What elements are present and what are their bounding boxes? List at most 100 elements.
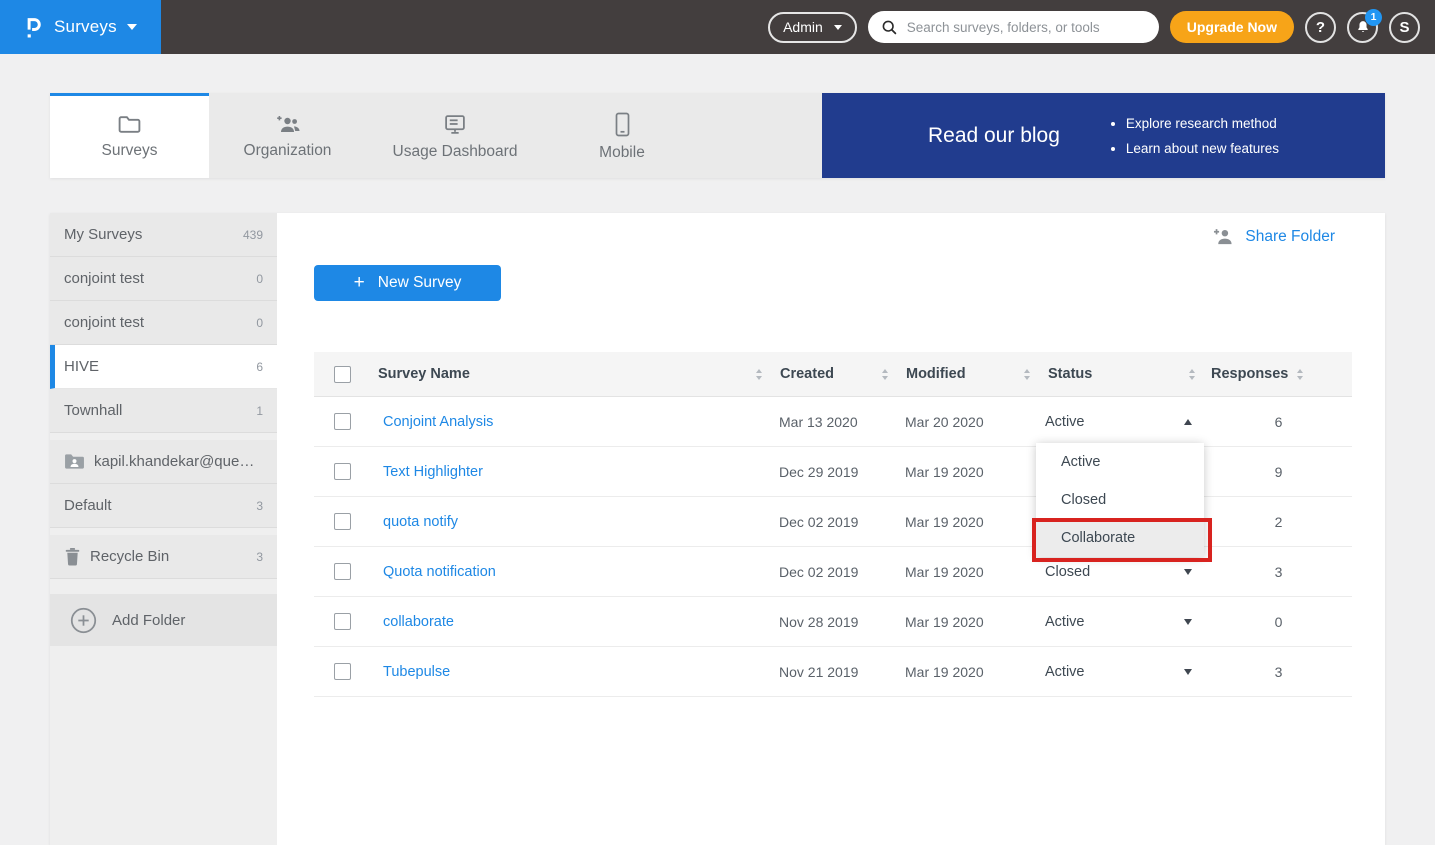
add-folder-button[interactable]: Add Folder (50, 594, 277, 646)
tabs-panel: Surveys Organization Usage Dashboard Mob… (50, 93, 1385, 178)
modified-cell: Mar 20 2020 (898, 414, 1040, 430)
banner-bullet: Learn about new features (1126, 141, 1279, 156)
status-dropdown: ActiveClosedCollaborate (1036, 443, 1204, 557)
status-label: Active (1045, 614, 1085, 630)
folder-count: 0 (256, 316, 263, 330)
survey-name-link[interactable]: Text Highlighter (370, 464, 483, 480)
questionpro-logo (23, 14, 44, 40)
sidebar-item-default[interactable]: Default 3 (50, 484, 277, 528)
sort-icon[interactable] (1189, 369, 1195, 380)
status-dropdown-trigger[interactable]: Closed (1040, 564, 1205, 580)
sort-icon[interactable] (1297, 369, 1303, 380)
sort-icon[interactable] (756, 369, 762, 380)
table-row: collaborate Nov 28 2019 Mar 19 2020 Acti… (314, 597, 1352, 647)
product-menu[interactable]: Surveys (0, 0, 161, 54)
folder-icon (117, 114, 142, 135)
modified-cell: Mar 19 2020 (898, 514, 1040, 530)
avatar-initial: S (1399, 19, 1409, 36)
column-header-responses: Responses (1205, 366, 1352, 382)
status-dropdown-trigger[interactable]: Active (1040, 614, 1205, 630)
row-checkbox[interactable] (334, 413, 351, 430)
row-checkbox[interactable] (334, 513, 351, 530)
created-cell: Dec 02 2019 (772, 564, 898, 580)
responses-cell: 2 (1205, 514, 1352, 530)
global-search (868, 11, 1159, 43)
sidebar-item-conjoint-test[interactable]: conjoint test 0 (50, 301, 277, 345)
row-checkbox[interactable] (334, 613, 351, 630)
top-bar: Surveys Admin Upgrade Now ? 1 S (0, 0, 1435, 54)
row-checkbox[interactable] (334, 663, 351, 680)
sidebar-item-conjoint-test[interactable]: conjoint test 0 (50, 257, 277, 301)
responses-cell: 9 (1205, 464, 1352, 480)
folder-sidebar: My Surveys 439 conjoint test 0 conjoint … (50, 213, 277, 845)
notification-badge: 1 (1365, 9, 1382, 26)
tab-organization[interactable]: Organization (209, 93, 366, 178)
help-button[interactable]: ? (1305, 12, 1336, 43)
survey-name-link[interactable]: Quota notification (370, 564, 496, 580)
status-label: Active (1045, 414, 1085, 430)
folder-count: 0 (256, 272, 263, 286)
created-cell: Nov 21 2019 (772, 664, 898, 680)
admin-label: Admin (783, 19, 823, 35)
caret-icon (1184, 419, 1192, 425)
survey-name-link[interactable]: collaborate (370, 614, 454, 630)
sort-icon[interactable] (1024, 369, 1030, 380)
plus-icon (354, 273, 365, 293)
sidebar-item-hive[interactable]: HIVE 6 (50, 345, 277, 389)
banner-bullet: Explore research method (1126, 116, 1279, 131)
tab-usage-dashboard[interactable]: Usage Dashboard (366, 93, 544, 178)
row-checkbox[interactable] (334, 463, 351, 480)
column-header-created: Created (772, 366, 898, 382)
folder-count: 439 (243, 228, 263, 242)
folder-count: 1 (256, 404, 263, 418)
tab-mobile[interactable]: Mobile (544, 93, 700, 178)
created-cell: Dec 29 2019 (772, 464, 898, 480)
column-header-modified: Modified (898, 366, 1040, 382)
status-dropdown-trigger[interactable]: Active (1040, 664, 1205, 680)
chevron-down-icon (834, 25, 842, 30)
upgrade-now-button[interactable]: Upgrade Now (1170, 11, 1294, 43)
sidebar-item-townhall[interactable]: Townhall 1 (50, 389, 277, 433)
search-input[interactable] (905, 19, 1146, 36)
admin-menu[interactable]: Admin (768, 12, 857, 43)
share-folder-button[interactable]: Share Folder (1211, 227, 1335, 246)
survey-name-link[interactable]: quota notify (370, 514, 458, 530)
blog-banner[interactable]: Read our blog Explore research method Lea… (822, 93, 1385, 178)
table-header: Survey Name Created Modified Status Resp… (314, 352, 1352, 397)
chevron-down-icon (127, 24, 137, 30)
dropdown-item-collaborate[interactable]: Collaborate (1036, 519, 1204, 557)
sidebar-item-kapil-khandekar-que[interactable]: kapil.khandekar@que… (50, 440, 277, 484)
sidebar-gap (50, 433, 277, 440)
table-row: Conjoint Analysis Mar 13 2020 Mar 20 202… (314, 397, 1352, 447)
caret-icon (1184, 669, 1192, 675)
trash-icon (64, 547, 81, 566)
search-icon (881, 19, 897, 35)
column-header-status: Status (1040, 366, 1205, 382)
select-all-checkbox[interactable] (334, 366, 351, 383)
shared-folder-icon (64, 453, 85, 470)
status-dropdown-trigger[interactable]: Active (1040, 414, 1205, 430)
main-panel: My Surveys 439 conjoint test 0 conjoint … (50, 213, 1385, 845)
table-row: Tubepulse Nov 21 2019 Mar 19 2020 Active… (314, 647, 1352, 697)
dropdown-item-closed[interactable]: Closed (1036, 481, 1204, 519)
modified-cell: Mar 19 2020 (898, 614, 1040, 630)
status-label: Closed (1045, 564, 1090, 580)
folder-count: 3 (256, 499, 263, 513)
banner-title: Read our blog (928, 124, 1060, 148)
responses-cell: 0 (1205, 614, 1352, 630)
tab-surveys[interactable]: Surveys (50, 93, 209, 178)
survey-name-link[interactable]: Tubepulse (370, 664, 450, 680)
row-checkbox[interactable] (334, 563, 351, 580)
dropdown-item-active[interactable]: Active (1036, 443, 1204, 481)
sidebar-item-my-surveys[interactable]: My Surveys 439 (50, 213, 277, 257)
mobile-icon (615, 112, 630, 137)
folder-count: 3 (256, 550, 263, 564)
account-avatar[interactable]: S (1389, 12, 1420, 43)
sidebar-list: My Surveys 439 conjoint test 0 conjoint … (50, 213, 277, 579)
sidebar-item-recycle-bin[interactable]: Recycle Bin 3 (50, 535, 277, 579)
notifications-button[interactable]: 1 (1347, 12, 1378, 43)
new-survey-button[interactable]: New Survey (314, 265, 501, 301)
sort-icon[interactable] (882, 369, 888, 380)
person-add-icon (1211, 227, 1235, 246)
survey-name-link[interactable]: Conjoint Analysis (370, 414, 493, 430)
